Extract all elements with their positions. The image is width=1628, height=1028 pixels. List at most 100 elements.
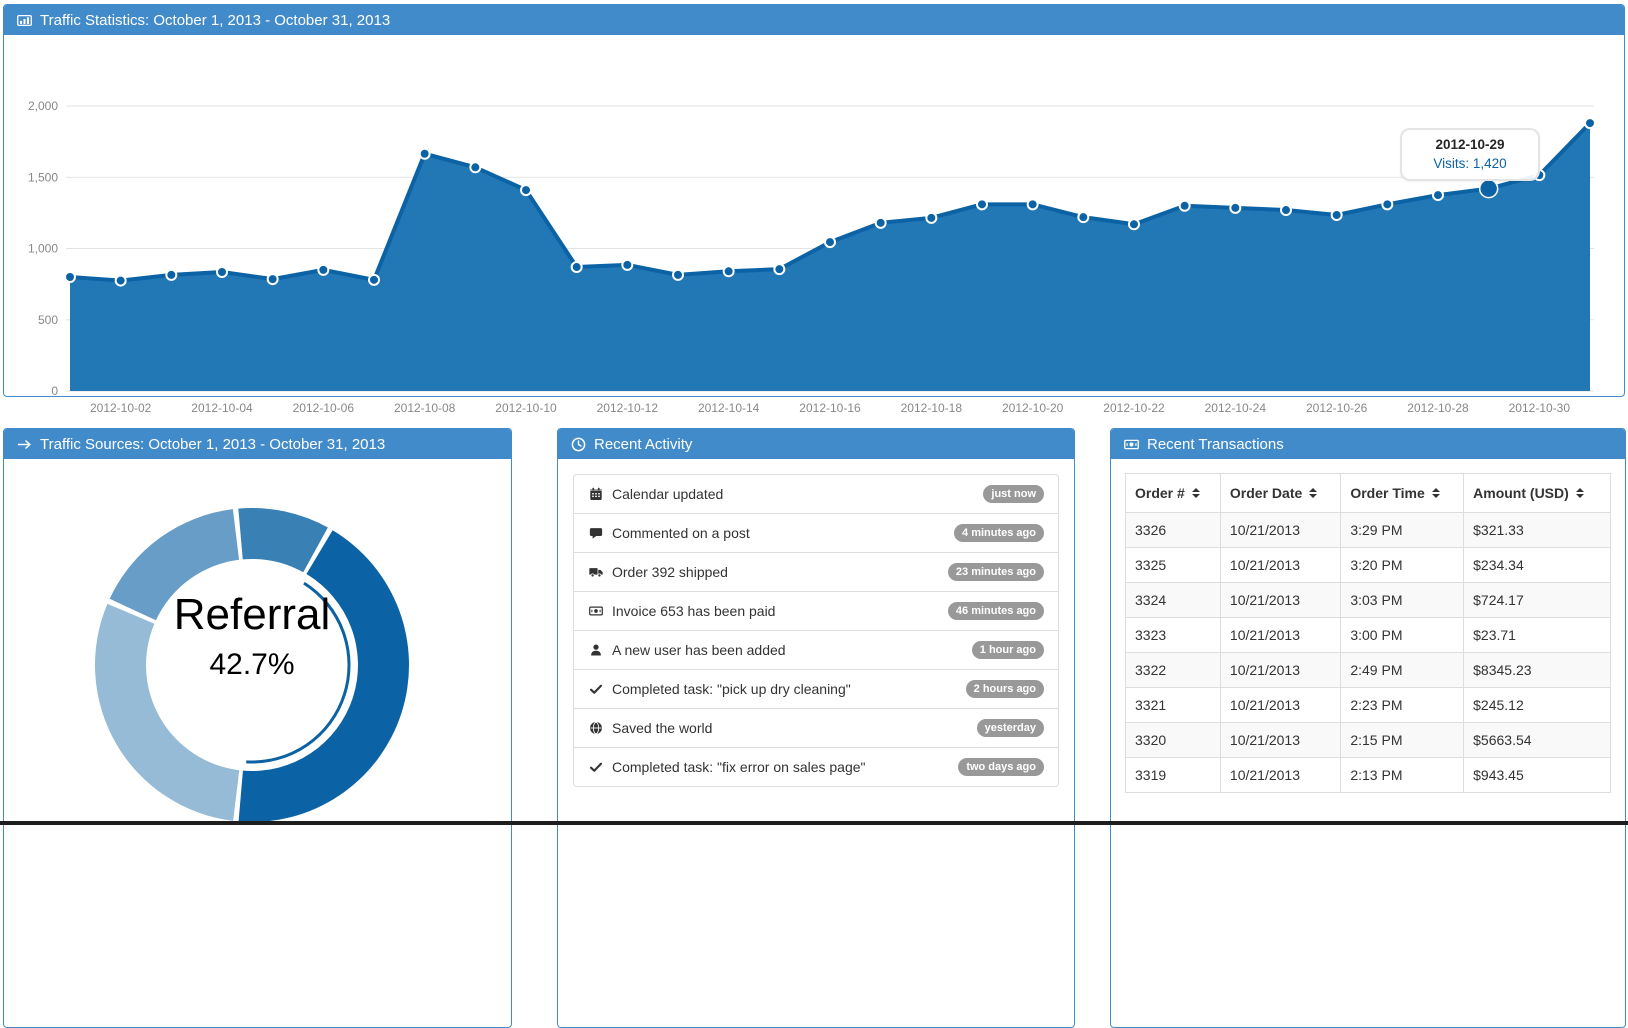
cell: 2:13 PM (1341, 758, 1464, 793)
cell: $245.12 (1464, 688, 1611, 723)
check-icon (588, 760, 604, 774)
cell: $23.71 (1464, 618, 1611, 653)
cell: 10/21/2013 (1220, 583, 1340, 618)
clock-icon (571, 437, 586, 452)
cell: 3321 (1126, 688, 1221, 723)
cell: 2:15 PM (1341, 723, 1464, 758)
recent-transactions-header: Recent Transactions (1111, 429, 1625, 459)
user-icon (588, 643, 604, 657)
transaction-row: 332410/21/20133:03 PM$724.17 (1126, 583, 1611, 618)
activity-item: Commented on a post 4 minutes ago (574, 513, 1058, 552)
recent-activity-title: Recent Activity (594, 436, 692, 453)
cell: 10/21/2013 (1220, 723, 1340, 758)
cell: 3323 (1126, 618, 1221, 653)
comment-icon (588, 526, 604, 540)
traffic-sources-donut-chart[interactable]: Referral 42.7% (4, 459, 511, 821)
svg-text:2012-10-22: 2012-10-22 (1103, 401, 1165, 415)
activity-item: Order 392 shipped 23 minutes ago (574, 552, 1058, 591)
transaction-row: 332610/21/20133:29 PM$321.33 (1126, 513, 1611, 548)
tooltip-visits: Visits: 1,420 (1406, 155, 1534, 174)
sort-icon (1192, 488, 1200, 498)
sort-icon (1309, 488, 1317, 498)
bar-chart-icon (17, 13, 32, 28)
globe-icon (588, 721, 604, 735)
traffic-statistics-header: Traffic Statistics: October 1, 2013 - Oc… (4, 5, 1624, 35)
time-badge: 1 hour ago (972, 641, 1044, 659)
cell: 3319 (1126, 758, 1221, 793)
transaction-row: 332310/21/20133:00 PM$23.71 (1126, 618, 1611, 653)
svg-text:2012-10-20: 2012-10-20 (1002, 401, 1064, 415)
activity-list: Calendar updated just now Commented on a p… (573, 474, 1059, 787)
cell: 3:20 PM (1341, 548, 1464, 583)
traffic-statistics-title: Traffic Statistics: October 1, 2013 - Oc… (40, 12, 390, 29)
time-badge: 23 minutes ago (948, 563, 1044, 581)
column-header-order-[interactable]: Order # (1126, 474, 1221, 513)
activity-item: Completed task: "fix error on sales page… (574, 747, 1058, 786)
cell: 3326 (1126, 513, 1221, 548)
chart-tooltip: 2012-10-29 Visits: 1,420 (1400, 128, 1540, 181)
long-arrow-right-icon (17, 437, 32, 452)
traffic-sources-panel: Traffic Sources: October 1, 2013 - Octob… (3, 428, 512, 1028)
time-badge: 2 hours ago (966, 680, 1044, 698)
cell: $724.17 (1464, 583, 1611, 618)
activity-item: Saved the worldyesterday (574, 708, 1058, 747)
cell: 2:49 PM (1341, 653, 1464, 688)
svg-text:2012-10-30: 2012-10-30 (1509, 401, 1571, 415)
transaction-row: 331910/21/20132:13 PM$943.45 (1126, 758, 1611, 793)
cell: $234.34 (1464, 548, 1611, 583)
visits-area-chart[interactable]: 05001,0001,5002,0002012-10-022012-10-042… (4, 65, 1624, 426)
cell: 10/21/2013 (1220, 618, 1340, 653)
cell: 3:29 PM (1341, 513, 1464, 548)
activity-text: Commented on a post (612, 525, 750, 541)
cell: $321.33 (1464, 513, 1611, 548)
svg-text:500: 500 (38, 313, 58, 327)
svg-text:Referral: Referral (174, 590, 331, 639)
svg-text:2012-10-24: 2012-10-24 (1205, 401, 1267, 415)
svg-text:2012-10-12: 2012-10-12 (597, 401, 659, 415)
time-badge: 4 minutes ago (954, 524, 1044, 542)
cell: 10/21/2013 (1220, 758, 1340, 793)
activity-item: Completed task: "pick up dry cleaning" 2 … (574, 669, 1058, 708)
cell: 3:03 PM (1341, 583, 1464, 618)
activity-text: Completed task: "pick up dry cleaning" (612, 681, 851, 697)
svg-text:2012-10-06: 2012-10-06 (293, 401, 355, 415)
recent-transactions-title: Recent Transactions (1147, 436, 1284, 453)
cell: $943.45 (1464, 758, 1611, 793)
column-header-order-date[interactable]: Order Date (1220, 474, 1340, 513)
time-badge: two days ago (958, 758, 1044, 776)
activity-item: Invoice 653 has been paid46 minutes ago (574, 591, 1058, 630)
svg-text:2012-10-02: 2012-10-02 (90, 401, 152, 415)
check-icon (588, 682, 604, 696)
transactions-table: Order #Order DateOrder TimeAmount (USD) … (1125, 473, 1611, 793)
activity-text: Calendar updated (612, 486, 723, 502)
cell: $5663.54 (1464, 723, 1611, 758)
cell: 3:00 PM (1341, 618, 1464, 653)
recent-activity-panel: Recent Activity Calendar updated just now… (557, 428, 1075, 1028)
recent-transactions-panel: Recent Transactions Order #Order DateOrd… (1110, 428, 1626, 1028)
cell: 3320 (1126, 723, 1221, 758)
sort-icon (1576, 488, 1584, 498)
column-header-amount-usd-[interactable]: Amount (USD) (1464, 474, 1611, 513)
cell: 10/21/2013 (1220, 688, 1340, 723)
svg-text:42.7%: 42.7% (209, 648, 294, 681)
transaction-row: 332510/21/20133:20 PM$234.34 (1126, 548, 1611, 583)
activity-text: Order 392 shipped (612, 564, 728, 580)
column-header-order-time[interactable]: Order Time (1341, 474, 1464, 513)
svg-text:2012-10-18: 2012-10-18 (901, 401, 963, 415)
svg-text:2012-10-14: 2012-10-14 (698, 401, 760, 415)
traffic-statistics-panel: Traffic Statistics: October 1, 2013 - Oc… (3, 4, 1625, 397)
recent-activity-header: Recent Activity (558, 429, 1074, 459)
money-icon (1124, 437, 1139, 452)
truck-icon (588, 565, 604, 579)
svg-text:2012-10-04: 2012-10-04 (191, 401, 253, 415)
cell: 3325 (1126, 548, 1221, 583)
time-badge: yesterday (977, 719, 1044, 737)
tooltip-date: 2012-10-29 (1406, 135, 1534, 155)
cell: 2:23 PM (1341, 688, 1464, 723)
time-badge: just now (983, 485, 1044, 503)
transaction-row: 332210/21/20132:49 PM$8345.23 (1126, 653, 1611, 688)
svg-text:2012-10-26: 2012-10-26 (1306, 401, 1368, 415)
svg-text:2012-10-16: 2012-10-16 (799, 401, 861, 415)
svg-text:1,500: 1,500 (28, 170, 58, 184)
transaction-row: 332110/21/20132:23 PM$245.12 (1126, 688, 1611, 723)
